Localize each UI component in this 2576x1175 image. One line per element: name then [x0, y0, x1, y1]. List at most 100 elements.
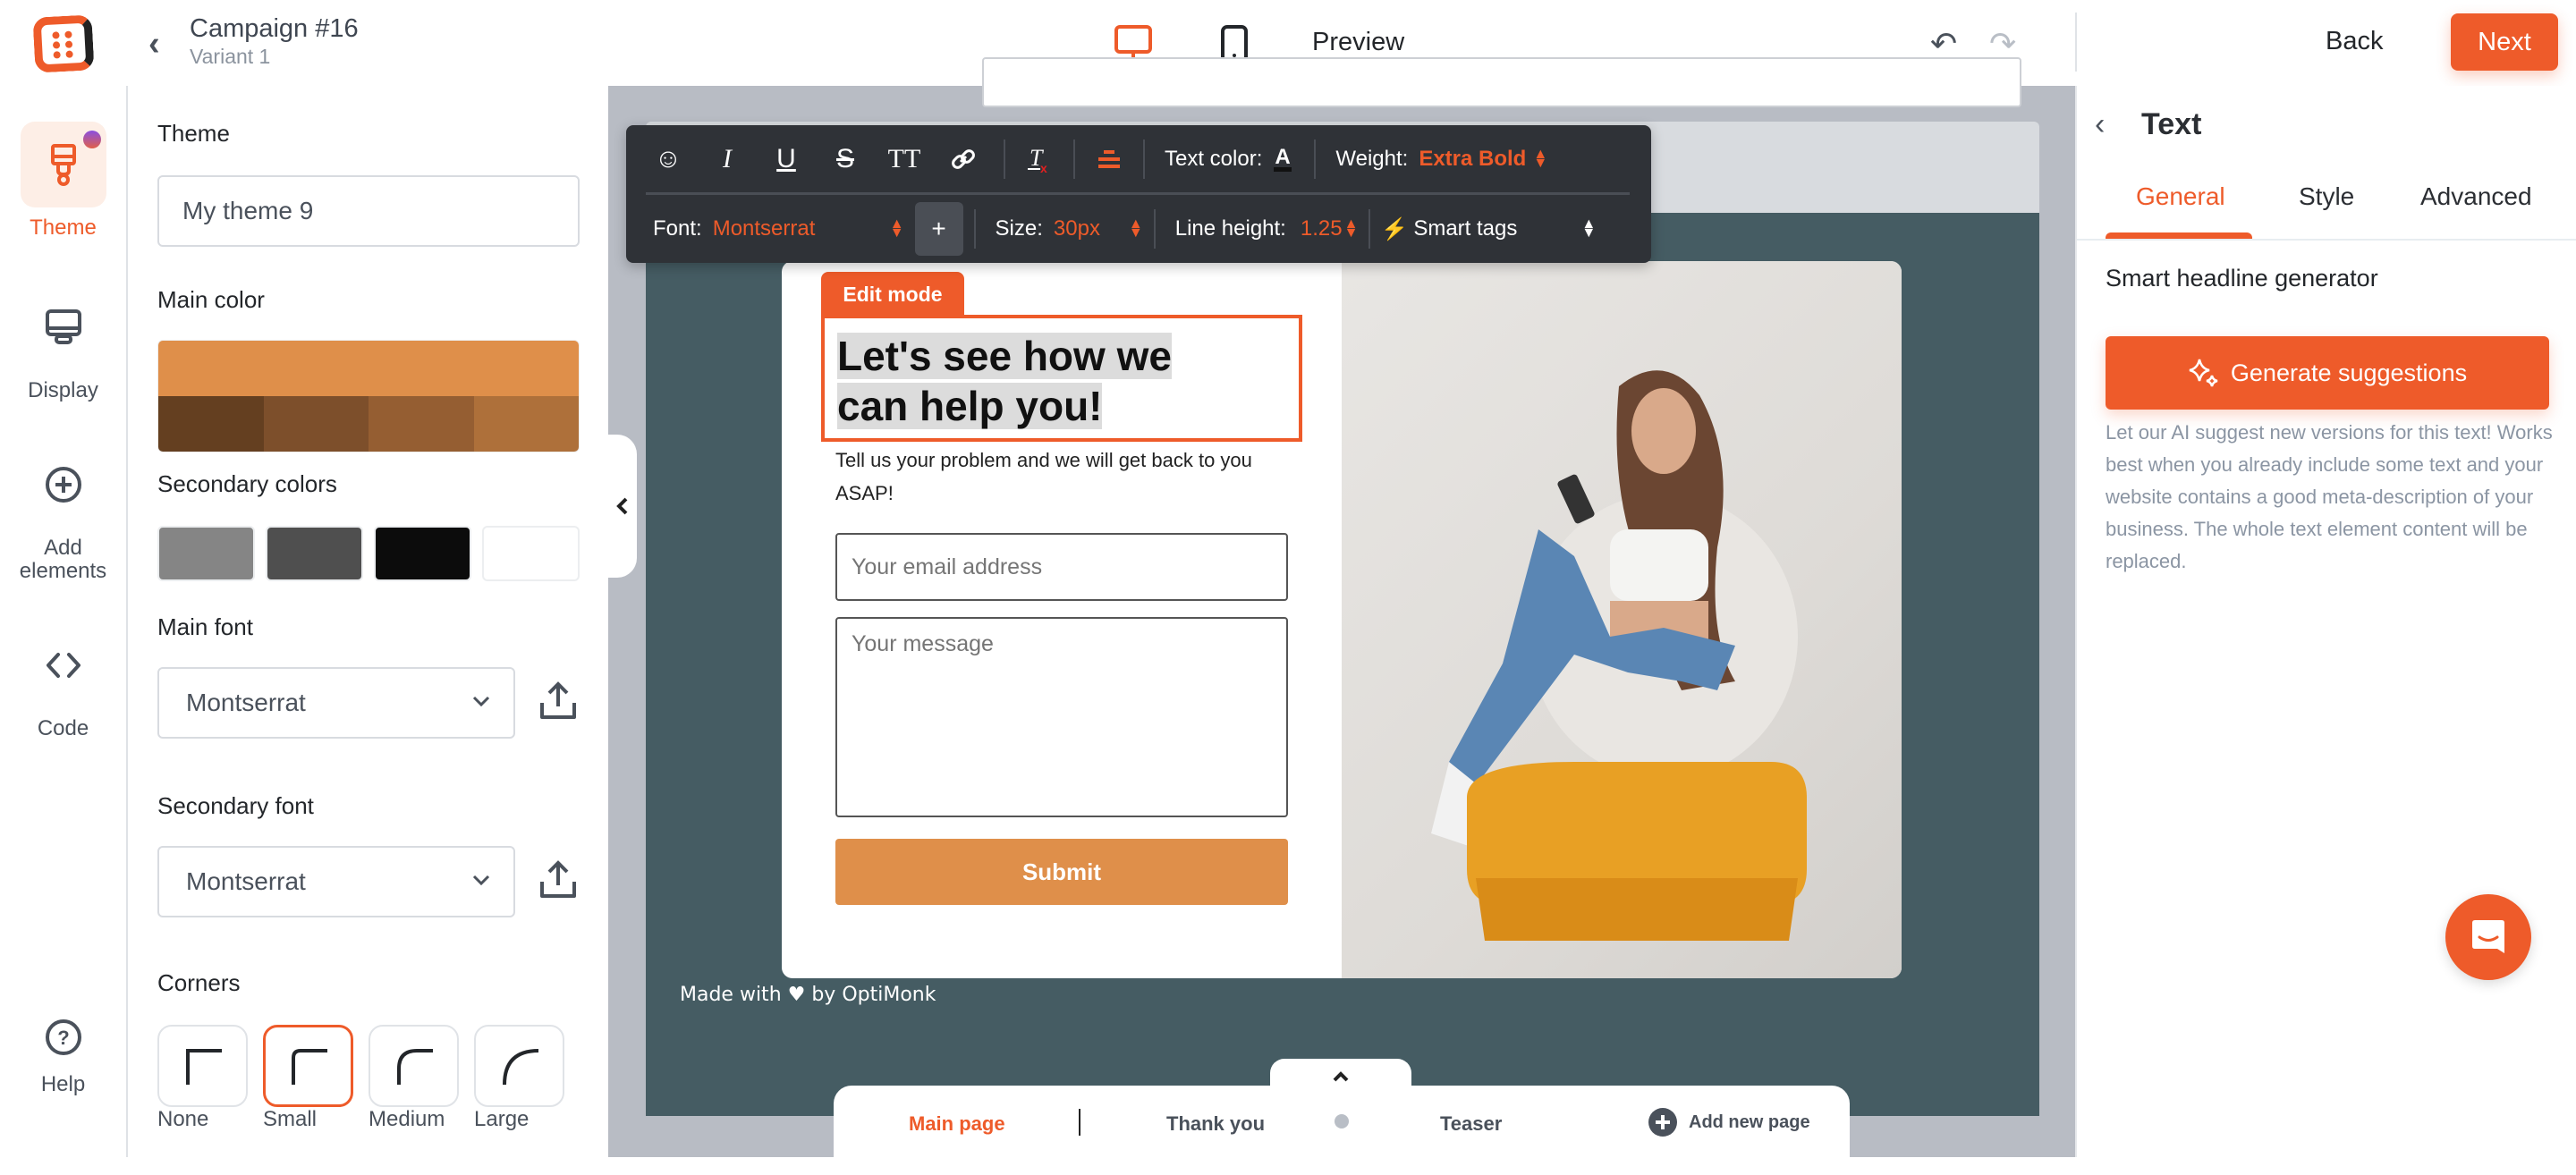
add-font-button[interactable]: +	[914, 202, 963, 256]
main-color-shade-2[interactable]	[263, 396, 369, 452]
campaign-title: Campaign #16	[190, 14, 359, 43]
weight-stepper-icon[interactable]: ▲ ▼	[1533, 148, 1547, 171]
back-chevron-icon[interactable]: ‹	[2095, 107, 2105, 142]
font-stepper-icon[interactable]: ▲ ▼	[890, 217, 904, 241]
secondary-font-value: Montserrat	[186, 867, 306, 895]
theme-name-input[interactable]: My theme 9	[157, 175, 580, 247]
corner-option-small[interactable]	[263, 1025, 353, 1107]
optimonk-logo[interactable]	[32, 14, 95, 73]
rail-label-help: Help	[40, 1072, 86, 1096]
line-height-value[interactable]: 1.25	[1301, 216, 1343, 241]
back-to-campaign-icon[interactable]: ‹	[148, 25, 160, 63]
smart-tags-stepper-icon[interactable]: ▲ ▼	[1581, 217, 1596, 241]
svg-text:x: x	[1040, 161, 1047, 174]
rail-label-add-elements: Add elements	[19, 536, 107, 583]
tab-advanced[interactable]: Advanced	[2420, 182, 2532, 211]
main-color-shade-1[interactable]	[158, 396, 264, 452]
submit-button[interactable]: Submit	[835, 839, 1288, 905]
tab-general[interactable]: General	[2136, 182, 2225, 211]
align-icon[interactable]	[1086, 148, 1132, 171]
main-color-label: Main color	[157, 286, 265, 313]
help-circle-icon: ?	[45, 1019, 81, 1055]
text-color-label: Text color:	[1165, 147, 1263, 171]
rail-icon-box: ?	[21, 1010, 106, 1064]
plus-circle-icon	[45, 467, 81, 503]
link-icon[interactable]	[934, 146, 993, 173]
element-settings-panel: ‹ Text General Style Advanced Smart head…	[2075, 86, 2576, 1157]
rail-label-display: Display	[28, 378, 98, 402]
svg-text:A: A	[1275, 145, 1291, 169]
headline-text-element[interactable]: Let's see how we can help you!	[821, 315, 1302, 442]
toolbar-row-1: ☺ I U S TT Tx Text color: A Weight: Extr…	[626, 125, 1651, 193]
code-icon	[46, 653, 80, 678]
emoji-icon[interactable]: ☺	[639, 144, 698, 174]
theme-label: Theme	[157, 120, 230, 147]
corner-option-none[interactable]	[157, 1025, 248, 1107]
preview-button[interactable]: Preview	[1312, 28, 1404, 57]
rail-item-code[interactable]: Code	[0, 622, 126, 740]
headline-text[interactable]: Let's see how we can help you!	[837, 331, 1172, 431]
email-field[interactable]	[835, 533, 1288, 601]
main-font-label: Main font	[157, 613, 253, 640]
main-color-shade-3[interactable]	[369, 396, 474, 452]
rail-item-display[interactable]: Display	[0, 284, 126, 402]
secondary-color-swatch-4[interactable]	[482, 526, 580, 581]
tab-style[interactable]: Style	[2299, 182, 2354, 211]
page-tab-thank-you[interactable]: Thank you	[1166, 1112, 1265, 1136]
upload-font-icon[interactable]	[538, 858, 579, 901]
underline-icon[interactable]: U	[757, 144, 816, 174]
page-tab-divider	[1079, 1109, 1080, 1136]
clear-formatting-icon[interactable]: Tx	[1016, 144, 1063, 174]
text-transform-icon[interactable]: TT	[875, 144, 934, 174]
corner-option-large[interactable]	[474, 1025, 564, 1107]
corners-label: Corners	[157, 969, 241, 996]
corner-option-medium[interactable]	[369, 1025, 459, 1107]
generate-suggestions-button[interactable]: Generate suggestions	[2106, 336, 2549, 410]
message-field[interactable]	[835, 617, 1288, 817]
main-color-picker[interactable]	[157, 340, 580, 452]
text-color-picker[interactable]: A	[1262, 144, 1303, 174]
popup-image-woman-with-phone[interactable]	[1342, 261, 1902, 978]
made-with-optimonk[interactable]: Made with ♥ by OptiMonk	[680, 984, 936, 1006]
svg-text:?: ?	[57, 1027, 69, 1049]
weight-value[interactable]: Extra Bold	[1419, 147, 1526, 172]
rail-label-theme: Theme	[30, 216, 97, 240]
add-new-page-button[interactable]: Add new page	[1648, 1107, 1810, 1137]
secondary-color-swatch-3[interactable]	[374, 526, 471, 581]
next-button[interactable]: Next	[2451, 13, 2558, 71]
chevron-down-icon	[472, 696, 490, 707]
variant-name: Variant 1	[190, 45, 271, 68]
smart-headline-title: Smart headline generator	[2106, 265, 2378, 292]
secondary-color-swatch-2[interactable]	[266, 526, 363, 581]
size-value[interactable]: 30px	[1054, 216, 1122, 241]
rail-item-theme[interactable]: Theme	[0, 122, 126, 240]
corner-none-icon	[185, 1049, 222, 1085]
plus-circle-filled-icon	[1648, 1108, 1677, 1137]
upload-font-icon[interactable]	[538, 680, 579, 723]
support-chat-button[interactable]	[2445, 894, 2531, 980]
secondary-color-swatch-1[interactable]	[157, 526, 255, 581]
page-tab-main-page[interactable]: Main page	[909, 1112, 1005, 1136]
font-value[interactable]: Montserrat	[713, 216, 883, 241]
size-stepper-icon[interactable]: ▲ ▼	[1129, 217, 1143, 241]
main-color-shade-4[interactable]	[473, 396, 579, 452]
edit-mode-tag: Edit mode	[821, 272, 964, 317]
corner-label-small: Small	[263, 1107, 318, 1131]
rail-item-help[interactable]: ? Help	[0, 1010, 126, 1096]
smart-tags-label[interactable]: Smart tags	[1413, 216, 1574, 241]
secondary-colors-label: Secondary colors	[157, 470, 337, 497]
popup-subtext[interactable]: Tell us your problem and we will get bac…	[835, 444, 1301, 510]
collapse-panel-button[interactable]	[608, 435, 637, 578]
paint-brush-icon	[50, 144, 76, 186]
line-height-stepper-icon[interactable]: ▲ ▼	[1344, 217, 1359, 241]
main-color-swatch[interactable]	[158, 341, 579, 396]
italic-icon[interactable]: I	[698, 144, 757, 174]
back-button[interactable]: Back	[2326, 27, 2383, 56]
main-font-select[interactable]: Montserrat	[157, 667, 515, 739]
headline-line-2: can help you!	[837, 383, 1103, 429]
secondary-font-select[interactable]: Montserrat	[157, 846, 515, 917]
line-height-label: Line height:	[1174, 216, 1286, 241]
rail-item-add-elements[interactable]: Add elements	[0, 442, 126, 583]
page-tab-teaser[interactable]: Teaser	[1440, 1112, 1502, 1136]
strikethrough-icon[interactable]: S	[816, 144, 875, 174]
